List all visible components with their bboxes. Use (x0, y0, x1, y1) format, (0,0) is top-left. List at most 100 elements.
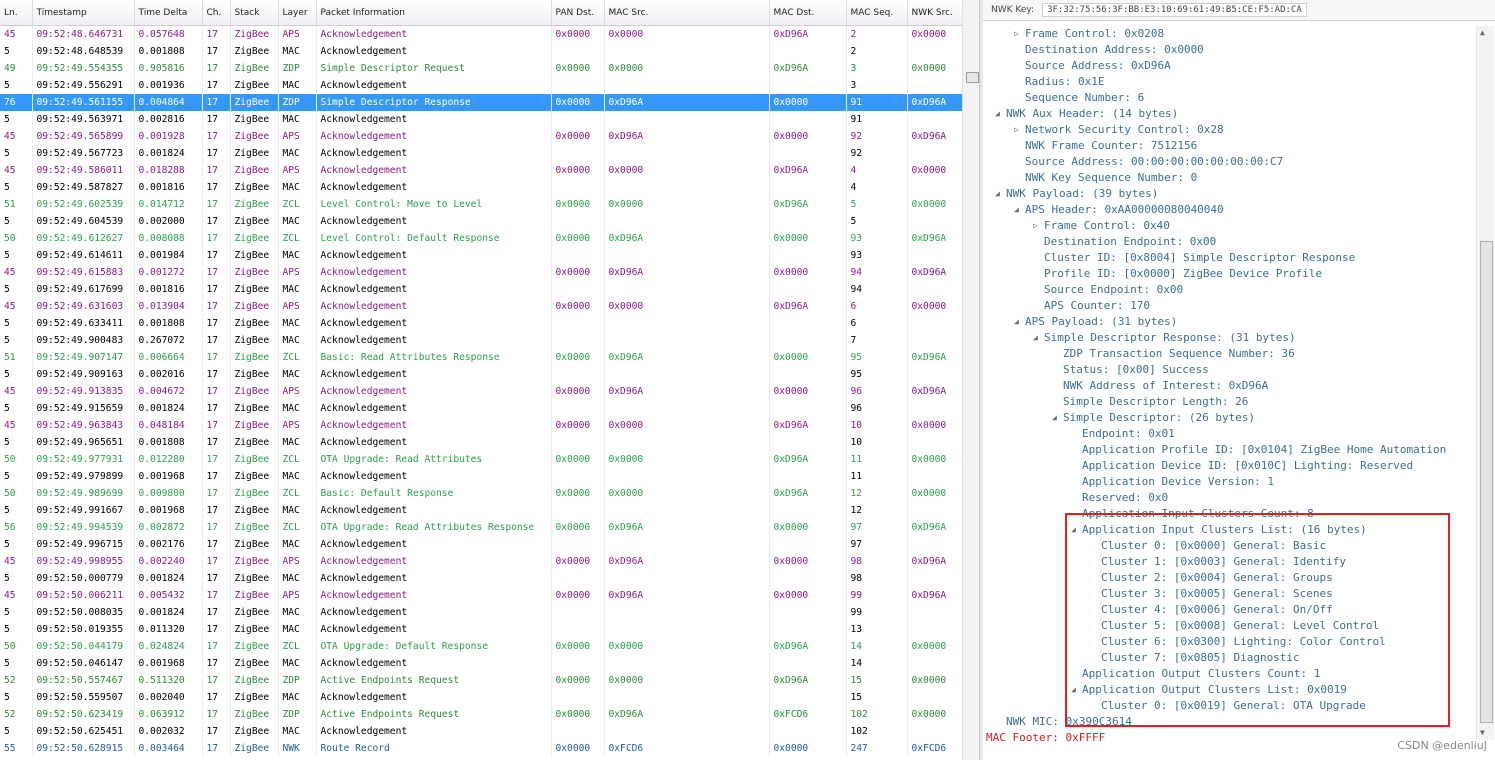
column-header-pan-dst[interactable]: PAN Dst. (551, 0, 605, 26)
tree-node[interactable]: Cluster 3: [0x0005] General: Scenes (1101, 586, 1333, 602)
column-header-timestamp[interactable]: Timestamp (32, 0, 135, 26)
detail-scroll-thumb[interactable] (1480, 241, 1493, 723)
column-header-packet-info[interactable]: Packet Information (316, 0, 552, 26)
tree-node[interactable]: Simple Descriptor Length: 26 (1063, 394, 1248, 410)
table-row[interactable]: 5 09:52:49.979899 0.001968 17 ZigBee MAC Ackno… (0, 468, 962, 485)
tree-node[interactable]: Source Address: 0xD96A (1025, 58, 1171, 74)
table-row[interactable]: 52 09:52:50.557467 0.511320 17 ZigBee ZDP Acti… (0, 672, 962, 689)
tree-node[interactable]: ◢ APS Header: 0xAA00000080040040 (1014, 202, 1224, 218)
tree-node[interactable]: Endpoint: 0x01 (1082, 426, 1175, 442)
scroll-down-arrow-icon[interactable]: ▼ (1480, 728, 1485, 737)
table-row[interactable]: 5 09:52:49.965651 0.001808 17 ZigBee MAC Ackno… (0, 434, 962, 451)
table-row[interactable]: 5 09:52:49.633411 0.001808 17 ZigBee MAC Ackno… (0, 315, 962, 332)
tree-node[interactable]: ◢ NWK Payload: (39 bytes) (995, 186, 1158, 202)
tree-node[interactable]: Status: [0x00] Success (1063, 362, 1209, 378)
tree-expanded-icon[interactable]: ◢ (995, 186, 1000, 202)
tree-node[interactable]: Cluster 4: [0x0006] General: On/Off (1101, 602, 1333, 618)
column-header-channel[interactable]: Ch. (202, 0, 231, 26)
tree-expanded-icon[interactable]: ◢ (995, 106, 1000, 122)
tree-expanded-icon[interactable]: ◢ (1071, 522, 1076, 538)
column-header-layer[interactable]: Layer (278, 0, 317, 26)
tree-node[interactable]: Radius: 0x1E (1025, 74, 1104, 90)
table-row[interactable]: 49 09:52:49.554355 0.905816 17 ZigBee ZDP Simp… (0, 60, 962, 77)
table-row[interactable]: 50 09:52:49.989699 0.009800 17 ZigBee ZCL Basi… (0, 485, 962, 502)
tree-node[interactable]: Application Output Clusters Count: 1 (1082, 666, 1320, 682)
table-row[interactable]: 5 09:52:49.567723 0.001824 17 ZigBee MAC Ackno… (0, 145, 962, 162)
tree-node[interactable]: Source Endpoint: 0x00 (1044, 282, 1183, 298)
detail-scrollbar[interactable]: ▲ ▼ (1476, 26, 1494, 740)
column-header-mac-dst[interactable]: MAC Dst. (769, 0, 847, 26)
tree-node[interactable]: APS Counter: 170 (1044, 298, 1150, 314)
tree-node[interactable]: Sequence Number: 6 (1025, 90, 1144, 106)
table-row[interactable]: 5 09:52:50.625451 0.002032 17 ZigBee MAC Ackno… (0, 723, 962, 740)
tree-collapsed-icon[interactable]: ▷ (1014, 26, 1019, 42)
tree-expanded-icon[interactable]: ◢ (1033, 330, 1038, 346)
tree-node[interactable]: Application Device ID: [0x010C] Lighting… (1082, 458, 1413, 474)
table-row[interactable]: 5 09:52:49.614611 0.001984 17 ZigBee MAC Ackno… (0, 247, 962, 264)
table-row[interactable]: 5 09:52:50.046147 0.001968 17 ZigBee MAC Ackno… (0, 655, 962, 672)
column-header-ln[interactable]: Ln. (0, 0, 33, 26)
table-row[interactable]: 45 09:52:49.615883 0.001272 17 ZigBee APS Ackn… (0, 264, 962, 281)
table-row[interactable]: 45 09:52:49.586011 0.018288 17 ZigBee APS Ackn… (0, 162, 962, 179)
table-row[interactable]: 5 09:52:49.996715 0.002176 17 ZigBee MAC Ackno… (0, 536, 962, 553)
tree-node[interactable]: ▷ Network Security Control: 0x28 (1014, 122, 1224, 138)
table-row[interactable]: 5 09:52:49.604539 0.002000 17 ZigBee MAC Ackno… (0, 213, 962, 230)
packet-list-scrollbar[interactable] (962, 0, 980, 760)
tree-node[interactable]: MAC Footer: 0xFFFF (986, 730, 1105, 746)
table-row[interactable]: 51 09:52:49.602539 0.014712 17 ZigBee ZCL Leve… (0, 196, 962, 213)
table-row[interactable]: 45 09:52:49.963843 0.048184 17 ZigBee APS Ackn… (0, 417, 962, 434)
table-row[interactable]: 45 09:52:48.646731 0.057648 17 ZigBee APS Ackn… (0, 25, 962, 43)
tree-collapsed-icon[interactable]: ▷ (1033, 218, 1038, 234)
table-row[interactable]: 5 09:52:49.915659 0.001824 17 ZigBee MAC Ackno… (0, 400, 962, 417)
table-row[interactable]: 51 09:52:49.907147 0.006664 17 ZigBee ZCL Basi… (0, 349, 962, 366)
tree-expanded-icon[interactable]: ◢ (1014, 314, 1019, 330)
tree-node[interactable]: ◢ Simple Descriptor Response: (31 bytes) (1033, 330, 1296, 346)
tree-node[interactable]: Cluster 1: [0x0003] General: Identify (1101, 554, 1346, 570)
tree-node[interactable]: Cluster 7: [0x0805] Diagnostic (1101, 650, 1300, 666)
table-row[interactable]: 50 09:52:49.612627 0.008088 17 ZigBee ZCL Leve… (0, 230, 962, 247)
table-row[interactable]: 5 09:52:49.991667 0.001968 17 ZigBee MAC Ackno… (0, 502, 962, 519)
tree-node[interactable]: NWK MIC: 0x390C3614 (1006, 714, 1132, 730)
table-row[interactable]: 5 09:52:50.008035 0.001824 17 ZigBee MAC Ackno… (0, 604, 962, 621)
column-header-time-delta[interactable]: Time Delta (134, 0, 203, 26)
table-row[interactable]: 50 09:52:50.044179 0.024824 17 ZigBee ZCL OTA … (0, 638, 962, 655)
table-row[interactable]: 5 09:52:49.563971 0.002816 17 ZigBee MAC Ackno… (0, 111, 962, 128)
tree-node[interactable]: NWK Address of Interest: 0xD96A (1063, 378, 1268, 394)
tree-node[interactable]: Application Profile ID: [0x0104] ZigBee … (1082, 442, 1446, 458)
table-row[interactable]: 45 09:52:49.913835 0.004672 17 ZigBee APS Ackn… (0, 383, 962, 400)
table-row[interactable]: 5 09:52:49.556291 0.001936 17 ZigBee MAC Ackno… (0, 77, 962, 94)
tree-node[interactable]: ◢ Application Input Clusters List: (16 by… (1071, 522, 1367, 538)
tree-node[interactable]: Profile ID: [0x0000] ZigBee Device Profi… (1044, 266, 1322, 282)
table-row[interactable]: 50 09:52:49.977931 0.012280 17 ZigBee ZCL OTA … (0, 451, 962, 468)
table-row[interactable]: 5 09:52:50.000779 0.001824 17 ZigBee MAC Ackno… (0, 570, 962, 587)
table-row[interactable]: 5 09:52:50.019355 0.011320 17 ZigBee MAC Ackno… (0, 621, 962, 638)
tree-node[interactable]: Application Device Version: 1 (1082, 474, 1274, 490)
tree-node[interactable]: ◢ APS Payload: (31 bytes) (1014, 314, 1177, 330)
table-row[interactable]: 5 09:52:49.909163 0.002016 17 ZigBee MAC Ackno… (0, 366, 962, 383)
table-row[interactable]: 45 09:52:49.565899 0.001928 17 ZigBee APS Ackn… (0, 128, 962, 145)
packet-list-scroll-thumb[interactable] (966, 72, 979, 83)
nwk-key-field[interactable]: 3F:32:75:56:3F:BB:E3:10:69:61:49:B5:CE:F… (1042, 3, 1307, 17)
table-row[interactable]: 5 09:52:49.587827 0.001816 17 ZigBee MAC Ackno… (0, 179, 962, 196)
table-row[interactable]: 45 09:52:50.006211 0.005432 17 ZigBee APS Ackn… (0, 587, 962, 604)
tree-node[interactable]: ZDP Transaction Sequence Number: 36 (1063, 346, 1295, 362)
column-header-nwk-src[interactable]: NWK Src. (907, 0, 962, 26)
tree-node[interactable]: Cluster 5: [0x0008] General: Level Contr… (1101, 618, 1379, 634)
column-header-stack[interactable]: Stack (230, 0, 279, 26)
tree-node[interactable]: Cluster 2: [0x0004] General: Groups (1101, 570, 1333, 586)
tree-node[interactable]: Cluster 6: [0x0300] Lighting: Color Cont… (1101, 634, 1386, 650)
tree-node[interactable]: Destination Address: 0x0000 (1025, 42, 1204, 58)
tree-node[interactable]: Application Input Clusters Count: 8 (1082, 506, 1314, 522)
table-row[interactable]: 56 09:52:49.994539 0.002872 17 ZigBee ZCL OTA … (0, 519, 962, 536)
tree-node[interactable]: NWK Frame Counter: 7512156 (1025, 138, 1197, 154)
tree-node[interactable]: Cluster ID: [0x8004] Simple Descriptor R… (1044, 250, 1355, 266)
table-row[interactable]: 5 09:52:48.648539 0.001808 17 ZigBee MAC Ackno… (0, 43, 962, 60)
table-row[interactable]: 5 09:52:49.617699 0.001816 17 ZigBee MAC Ackno… (0, 281, 962, 298)
tree-node[interactable]: ▷ Frame Control: 0x0208 (1014, 26, 1164, 42)
column-header-mac-seq[interactable]: MAC Seq. (846, 0, 908, 26)
tree-node[interactable]: NWK Key Sequence Number: 0 (1025, 170, 1197, 186)
tree-node[interactable]: Cluster 0: [0x0000] General: Basic (1101, 538, 1326, 554)
tree-node[interactable]: Source Address: 00:00:00:00:00:00:00:C7 (1025, 154, 1283, 170)
tree-expanded-icon[interactable]: ◢ (1071, 682, 1076, 698)
table-row[interactable]: 45 09:52:49.631603 0.013904 17 ZigBee APS Ackn… (0, 298, 962, 315)
